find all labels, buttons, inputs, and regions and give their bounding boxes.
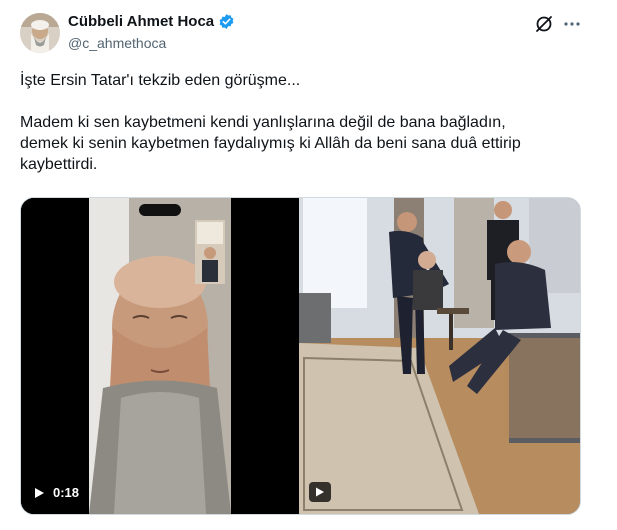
video-duration-label: 0:18 — [53, 485, 80, 500]
video-thumbnail-left[interactable]: 0:18 — [21, 198, 299, 514]
tweet-line: Madem ki sen kaybetmeni kendi yanlışları… — [20, 114, 506, 131]
tweet-text: İşte Ersin Tatar'ı tekzib eden görüşme..… — [20, 70, 600, 175]
play-badge-icon[interactable] — [309, 482, 331, 502]
author-handle[interactable]: @c_ahmethoca — [68, 35, 166, 51]
video-thumbnail-right[interactable] — [299, 198, 580, 514]
media-grid: 0:18 — [20, 197, 581, 515]
tweet-line: demek ki senin kaybetmen faydalıymış ki … — [20, 135, 521, 152]
tweet-line: kaybettirdi. — [20, 156, 98, 173]
more-icon[interactable] — [562, 14, 582, 34]
tweet-line: İşte Ersin Tatar'ı tekzib eden görüşme..… — [20, 72, 301, 89]
play-icon[interactable] — [33, 487, 45, 499]
grok-icon[interactable] — [534, 14, 554, 34]
verified-badge-icon — [218, 13, 235, 30]
author-display-name[interactable]: Cübbeli Ahmet Hoca — [68, 13, 214, 30]
avatar[interactable] — [20, 13, 60, 53]
video-duration: 0:18 — [33, 485, 79, 500]
